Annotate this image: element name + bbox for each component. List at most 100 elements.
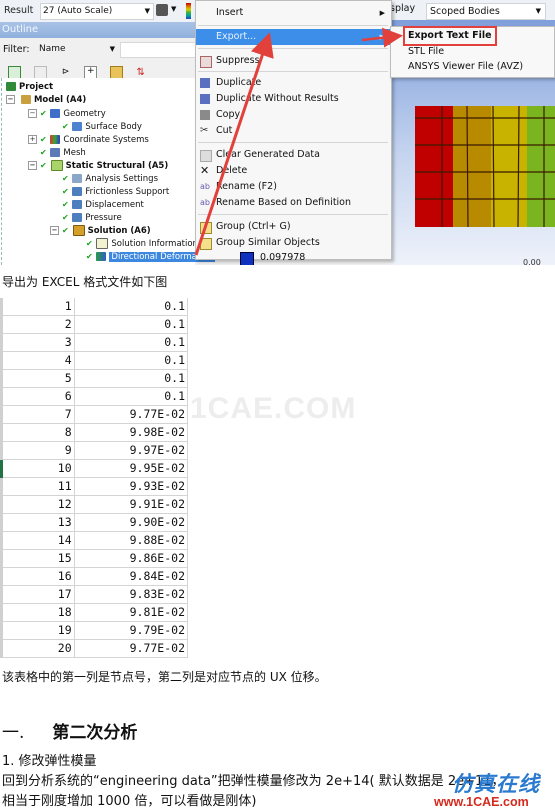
geometry-display-icon[interactable] [156, 4, 168, 16]
ux-displacement-cell[interactable]: 9.77E-02 [74, 639, 189, 658]
ux-displacement-cell[interactable]: 0.1 [74, 387, 189, 406]
submenu-item-stl-file[interactable]: STL File [408, 45, 444, 59]
node-number-cell[interactable]: 16 [0, 567, 75, 586]
menu-item-cut[interactable]: ✂ Cut [196, 123, 391, 139]
check-icon: ✔ [62, 200, 69, 209]
ux-displacement-cell[interactable]: 9.91E-02 [74, 495, 189, 514]
tree-item-analysis-settings[interactable]: ✔ Analysis Settings [62, 172, 158, 185]
ux-displacement-cell[interactable]: 9.81E-02 [74, 603, 189, 622]
ux-displacement-cell[interactable]: 0.1 [74, 333, 189, 352]
node-number-cell[interactable]: 6 [0, 387, 75, 406]
chevron-down-icon[interactable]: ▼ [171, 5, 176, 13]
menu-item-group-similar-objects[interactable]: Group Similar Objects [196, 235, 391, 251]
ux-displacement-cell[interactable]: 0.1 [74, 315, 189, 334]
tree-item-static-structural[interactable]: − ✔ Static Structural (A5) [28, 159, 168, 172]
node-number-cell[interactable]: 1 [0, 298, 75, 316]
folder-icon [200, 222, 212, 234]
menu-item-export[interactable]: Export... ▶ [196, 29, 391, 45]
tree-item-frictionless-support[interactable]: ✔ Frictionless Support [62, 185, 169, 198]
result-label: Result [4, 5, 34, 16]
node-number-cell[interactable]: 2 [0, 315, 75, 334]
ux-displacement-cell[interactable]: 9.86E-02 [74, 549, 189, 568]
ux-displacement-cell[interactable]: 9.93E-02 [74, 477, 189, 496]
tree-item-model[interactable]: − Model (A4) [6, 94, 86, 107]
node-number-cell[interactable]: 8 [0, 423, 75, 442]
tree-item-coordinate-systems[interactable]: + ✔ Coordinate Systems [28, 133, 149, 146]
submenu-item-avz-file[interactable]: ANSYS Viewer File (AVZ) [408, 60, 523, 74]
node-number-cell[interactable]: 7 [0, 405, 75, 424]
node-number-cell[interactable]: 20 [0, 639, 75, 658]
filter-search-input[interactable] [120, 42, 196, 58]
sort-icon[interactable]: ⇅ [136, 67, 147, 78]
table-row: 18 9.81E-02 [0, 603, 189, 622]
display-dropdown[interactable]: Scoped Bodies ▼ [426, 3, 546, 20]
duplicate-icon [200, 78, 210, 88]
tree-item-solution-information[interactable]: ✔ Solution Information [86, 237, 198, 250]
menu-item-clear-generated-data[interactable]: Clear Generated Data [196, 147, 391, 163]
table-row: 14 9.88E-02 [0, 531, 189, 550]
ux-displacement-cell[interactable]: 9.97E-02 [74, 441, 189, 460]
suppress-icon [200, 56, 212, 68]
tree-item-project[interactable]: Project [6, 81, 53, 94]
menu-item-copy[interactable]: Copy [196, 107, 391, 123]
ux-displacement-cell[interactable]: 9.98E-02 [74, 423, 189, 442]
menu-item-rename[interactable]: ab Rename (F2) [196, 179, 391, 195]
node-number-cell[interactable]: 11 [0, 477, 75, 496]
scale-dropdown[interactable]: 27 (Auto Scale) ▼ [40, 3, 154, 20]
tree-item-geometry[interactable]: − ✔ Geometry [28, 107, 106, 120]
node-number-cell[interactable]: 18 [0, 603, 75, 622]
node-number-cell[interactable]: 3 [0, 333, 75, 352]
collapse-icon[interactable]: − [28, 161, 37, 170]
ux-displacement-cell[interactable]: 9.79E-02 [74, 621, 189, 640]
collapse-icon[interactable]: − [6, 95, 15, 104]
node-number-cell[interactable]: 10 [0, 459, 75, 478]
menu-item-suppress[interactable]: Suppress [196, 53, 391, 69]
tree-item-mesh[interactable]: ✔ Mesh [40, 146, 86, 159]
node-number-cell[interactable]: 15 [0, 549, 75, 568]
ux-displacement-cell[interactable]: 9.90E-02 [74, 513, 189, 532]
collapse-icon[interactable]: − [50, 226, 59, 235]
menu-item-delete[interactable]: ✕ Delete [196, 163, 391, 179]
outline-filter-row: Filter: Name ▼ [0, 40, 196, 58]
node-number-cell[interactable]: 17 [0, 585, 75, 604]
outline-header: Outline [0, 22, 197, 38]
node-number-cell[interactable]: 5 [0, 369, 75, 388]
ux-displacement-cell[interactable]: 9.77E-02 [74, 405, 189, 424]
node-number-cell[interactable]: 12 [0, 495, 75, 514]
filter-dropdown[interactable]: Name ▼ [36, 42, 119, 56]
collapse-icon[interactable]: − [28, 109, 37, 118]
ux-displacement-cell[interactable]: 9.88E-02 [74, 531, 189, 550]
node-number-cell[interactable]: 9 [0, 441, 75, 460]
tree-item-label: Displacement [85, 200, 144, 210]
tree-item-pressure[interactable]: ✔ Pressure [62, 211, 122, 224]
node-number-cell[interactable]: 14 [0, 531, 75, 550]
menu-item-label: Group (Ctrl+ G) [216, 221, 291, 232]
menu-item-insert[interactable]: Insert ▶ [196, 5, 391, 21]
analysis-settings-icon [72, 174, 83, 183]
menu-item-duplicate-without-results[interactable]: Duplicate Without Results [196, 91, 391, 107]
filter-value: Name [39, 44, 66, 54]
menu-item-group[interactable]: Group (Ctrl+ G) [196, 219, 391, 235]
tree-connect-icon[interactable]: ⊳ [60, 67, 71, 78]
ux-displacement-cell[interactable]: 0.1 [74, 351, 189, 370]
ux-displacement-cell[interactable]: 9.83E-02 [74, 585, 189, 604]
node-number-cell[interactable]: 19 [0, 621, 75, 640]
ux-displacement-cell[interactable]: 0.1 [74, 369, 189, 388]
submenu-item-export-text-file[interactable]: Export Text File [403, 26, 497, 46]
menu-item-duplicate[interactable]: Duplicate [196, 75, 391, 91]
tree-item-displacement[interactable]: ✔ Displacement [62, 198, 144, 211]
check-icon: ✔ [86, 239, 93, 248]
tree-item-solution[interactable]: − ✔ Solution (A6) [50, 224, 151, 237]
tree-item-surface-body[interactable]: ✔ Surface Body [62, 120, 142, 133]
ux-displacement-cell[interactable]: 0.1 [74, 298, 189, 316]
brand-url[interactable]: www.1CAE.com [434, 795, 529, 809]
panel-splitter[interactable] [1, 78, 2, 265]
node-number-cell[interactable]: 13 [0, 513, 75, 532]
contour-legend-icon[interactable] [186, 3, 191, 19]
expand-icon[interactable]: + [28, 135, 37, 144]
node-number-cell[interactable]: 4 [0, 351, 75, 370]
ux-displacement-cell[interactable]: 9.95E-02 [74, 459, 189, 478]
ux-displacement-cell[interactable]: 9.84E-02 [74, 567, 189, 586]
menu-item-label: Delete [216, 165, 248, 176]
menu-item-rename-based-on-definition[interactable]: ab Rename Based on Definition [196, 195, 391, 211]
